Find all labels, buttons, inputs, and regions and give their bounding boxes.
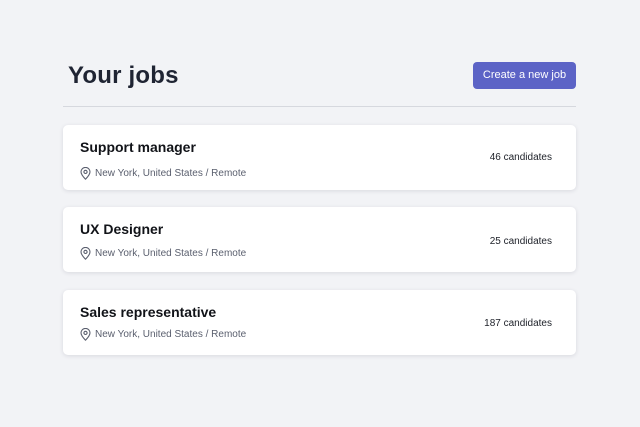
create-job-button[interactable]: Create a new job <box>473 62 576 89</box>
job-card-ux-designer[interactable]: UX Designer New York, United States / Re… <box>63 207 576 272</box>
job-title: UX Designer <box>80 221 164 237</box>
job-title: Sales representative <box>80 304 217 320</box>
job-location: New York, United States / Remote <box>80 327 246 341</box>
jobs-page: Your jobs Create a new job Support manag… <box>0 0 640 427</box>
job-title: Support manager <box>80 139 196 155</box>
header-divider <box>63 106 576 107</box>
job-location-text: New York, United States / Remote <box>95 328 247 340</box>
candidate-count: 25 candidates <box>489 236 552 247</box>
job-location: New York, United States / Remote <box>80 166 246 180</box>
map-pin-icon <box>80 166 91 180</box>
job-location-text: New York, United States / Remote <box>95 167 247 179</box>
candidate-count: 187 candidates <box>484 318 552 329</box>
job-location: New York, United States / Remote <box>80 246 246 260</box>
map-pin-icon <box>80 246 91 260</box>
candidate-count: 46 candidates <box>489 152 552 163</box>
job-card-sales-representative[interactable]: Sales representative New York, United St… <box>63 290 576 355</box>
job-location-text: New York, United States / Remote <box>95 247 247 259</box>
page-title: Your jobs <box>68 62 179 89</box>
map-pin-icon <box>80 327 91 341</box>
job-card-support-manager[interactable]: Support manager New York, United States … <box>63 125 576 190</box>
page-header: Your jobs Create a new job <box>63 56 576 96</box>
